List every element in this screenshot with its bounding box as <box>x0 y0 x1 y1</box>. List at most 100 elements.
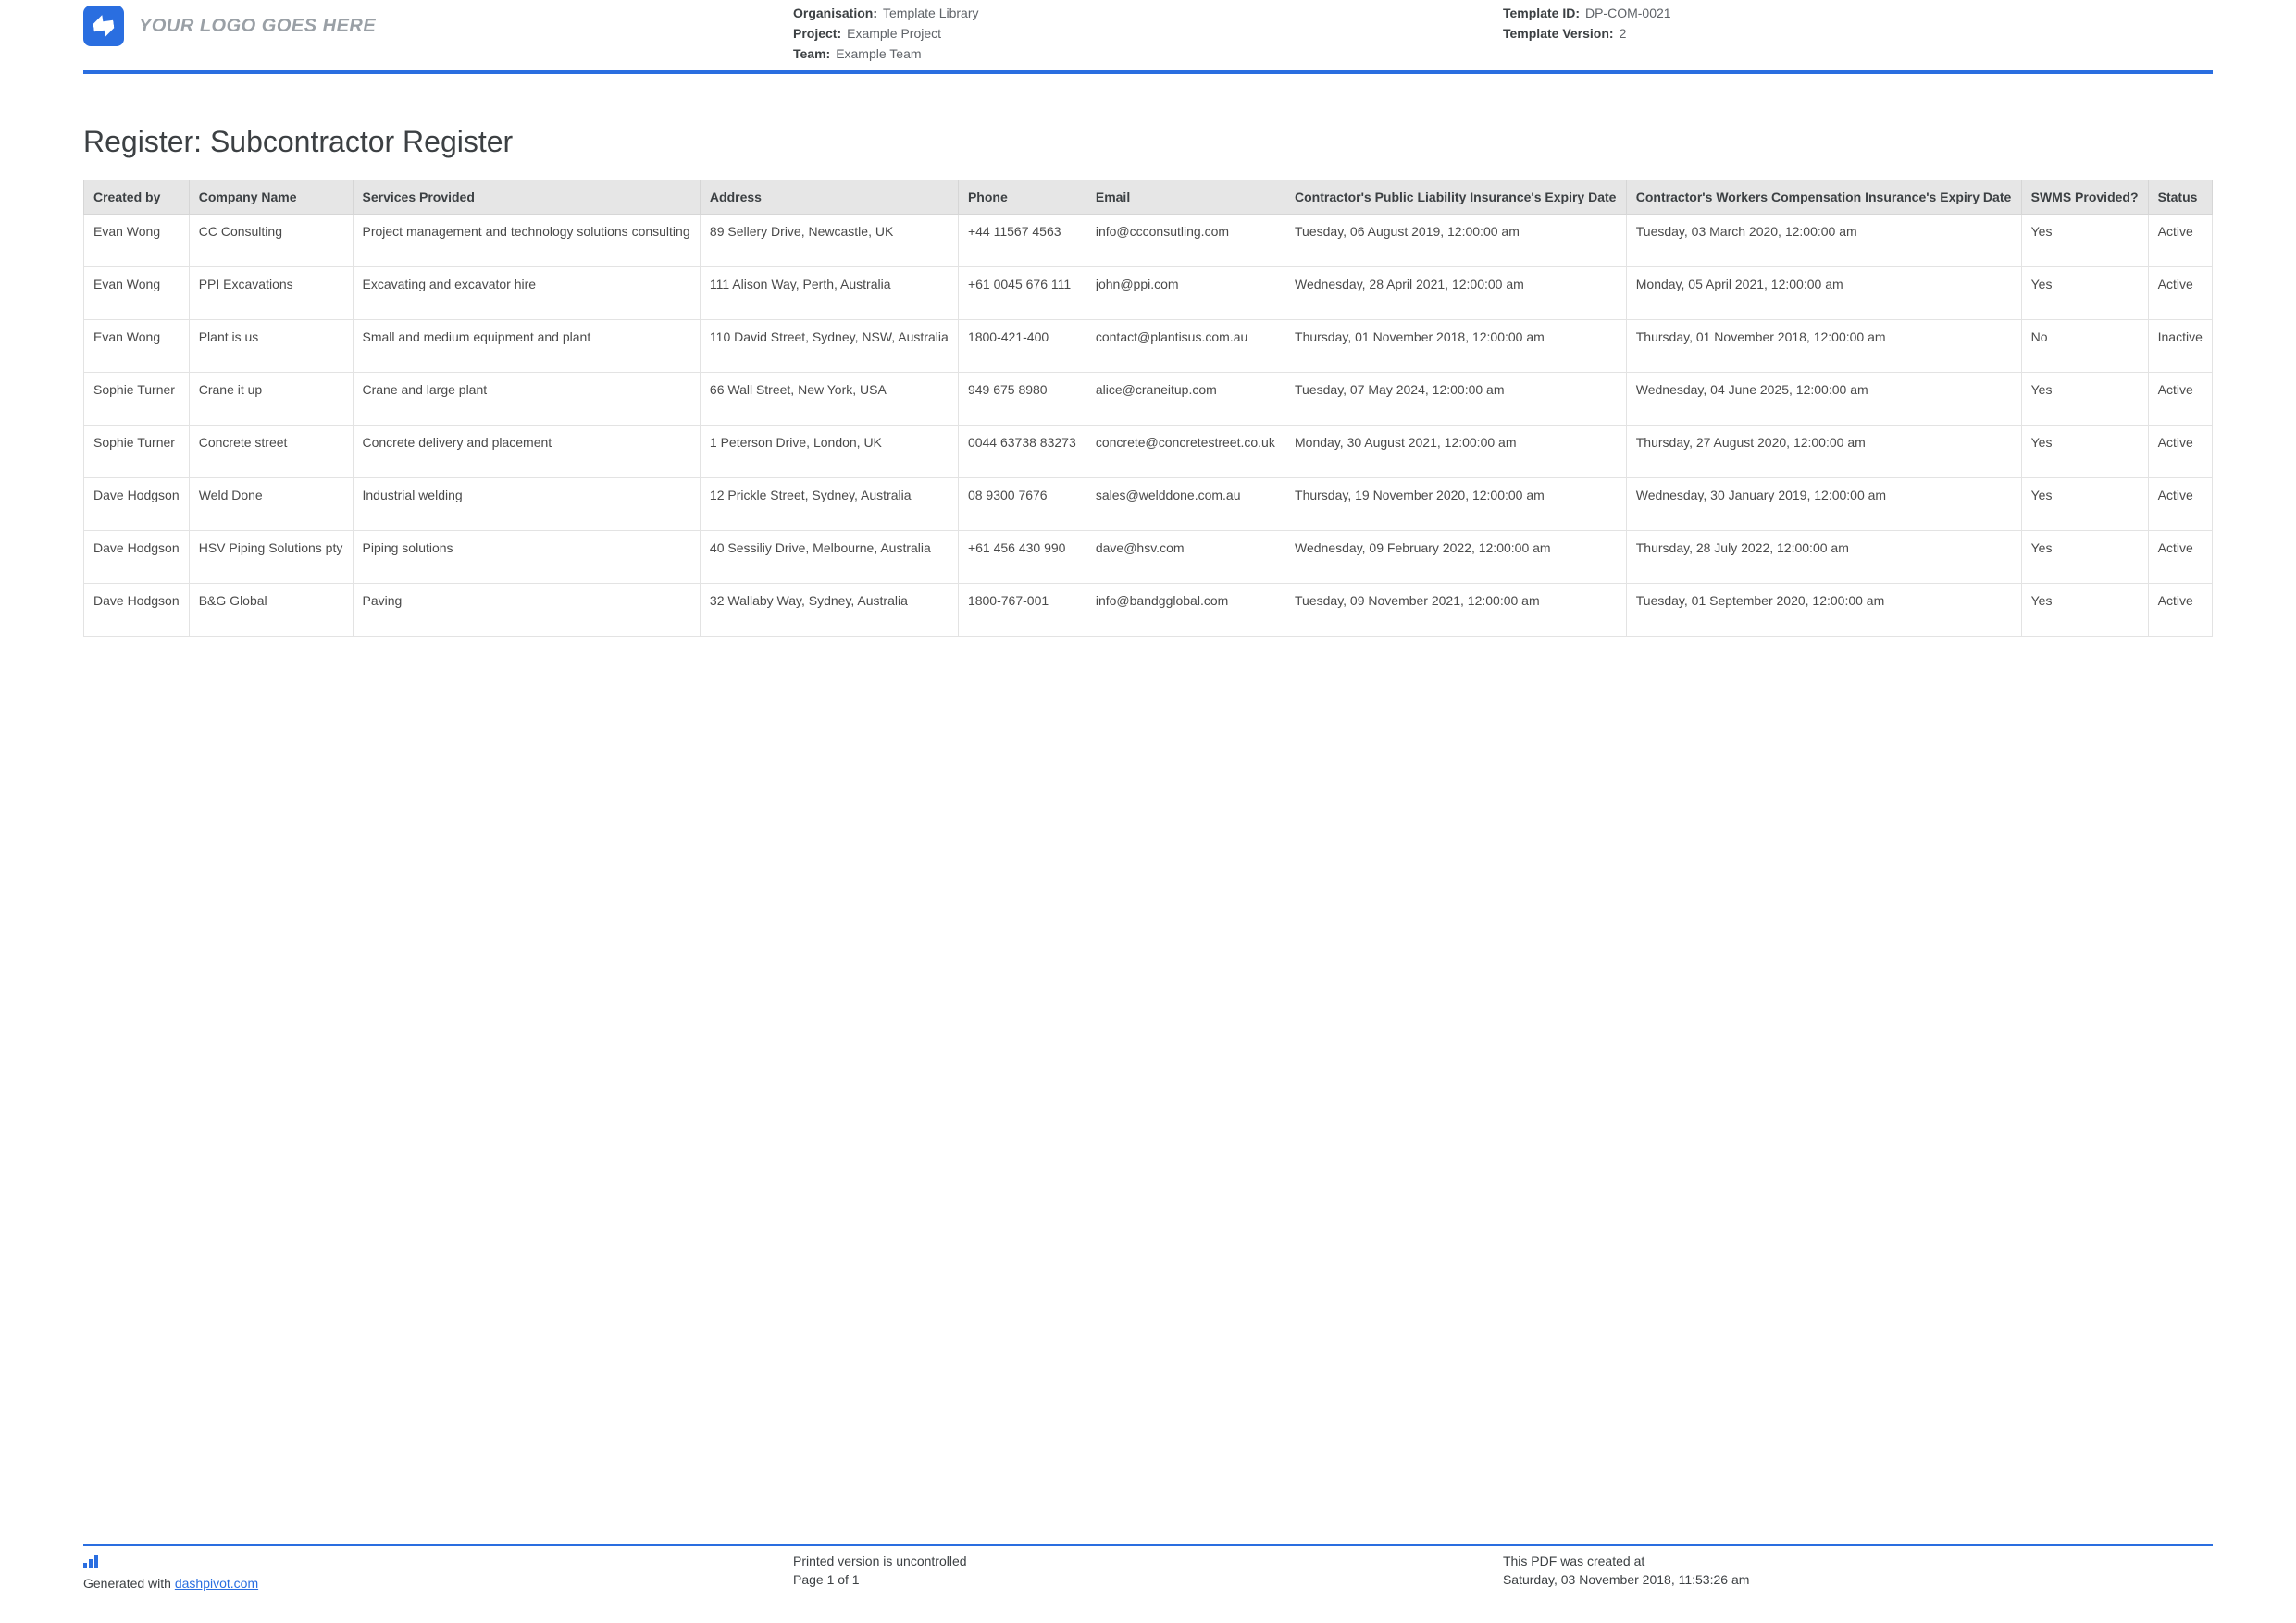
table-header-row: Created byCompany NameServices ProvidedA… <box>84 180 2213 215</box>
table-col-header: Email <box>1086 180 1285 215</box>
project-value: Example Project <box>847 26 941 41</box>
table-row: Evan WongCC ConsultingProject management… <box>84 215 2213 267</box>
logo-area: YOUR LOGO GOES HERE <box>83 6 793 46</box>
table-cell-email: info@ccconsutling.com <box>1086 215 1285 267</box>
table-cell-swms: Yes <box>2021 267 2148 320</box>
table-cell-liability: Thursday, 19 November 2020, 12:00:00 am <box>1285 478 1627 531</box>
table-cell-liability: Thursday, 01 November 2018, 12:00:00 am <box>1285 320 1627 373</box>
table-cell-phone: 0044 63738 83273 <box>958 426 1086 478</box>
table-cell-created_by: Sophie Turner <box>84 426 190 478</box>
header-meta-col-1: Organisation: Template Library Project: … <box>793 6 1503 61</box>
table-cell-workers: Thursday, 01 November 2018, 12:00:00 am <box>1626 320 2021 373</box>
table-cell-created_by: Dave Hodgson <box>84 584 190 637</box>
table-col-header: Contractor's Public Liability Insurance'… <box>1285 180 1627 215</box>
dashpivot-link[interactable]: dashpivot.com <box>175 1576 258 1591</box>
table-cell-created_by: Dave Hodgson <box>84 531 190 584</box>
table-cell-services: Industrial welding <box>353 478 700 531</box>
table-cell-workers: Tuesday, 01 September 2020, 12:00:00 am <box>1626 584 2021 637</box>
table-cell-workers: Wednesday, 04 June 2025, 12:00:00 am <box>1626 373 2021 426</box>
table-cell-workers: Wednesday, 30 January 2019, 12:00:00 am <box>1626 478 2021 531</box>
table-cell-phone: 949 675 8980 <box>958 373 1086 426</box>
table-cell-liability: Tuesday, 09 November 2021, 12:00:00 am <box>1285 584 1627 637</box>
footer-right: This PDF was created at Saturday, 03 Nov… <box>1503 1554 2213 1591</box>
table-cell-swms: No <box>2021 320 2148 373</box>
table-cell-phone: 08 9300 7676 <box>958 478 1086 531</box>
table-row: Dave HodgsonHSV Piping Solutions ptyPipi… <box>84 531 2213 584</box>
table-cell-address: 40 Sessiliy Drive, Melbourne, Australia <box>700 531 958 584</box>
table-col-header: Phone <box>958 180 1086 215</box>
table-cell-status: Active <box>2148 531 2212 584</box>
table-cell-swms: Yes <box>2021 215 2148 267</box>
table-cell-workers: Thursday, 27 August 2020, 12:00:00 am <box>1626 426 2021 478</box>
table-cell-email: dave@hsv.com <box>1086 531 1285 584</box>
table-col-header: Status <box>2148 180 2212 215</box>
table-cell-status: Inactive <box>2148 320 2212 373</box>
table-cell-services: Crane and large plant <box>353 373 700 426</box>
table-col-header: Services Provided <box>353 180 700 215</box>
table-row: Dave HodgsonB&G GlobalPaving32 Wallaby W… <box>84 584 2213 637</box>
table-cell-workers: Thursday, 28 July 2022, 12:00:00 am <box>1626 531 2021 584</box>
table-cell-status: Active <box>2148 426 2212 478</box>
table-cell-swms: Yes <box>2021 373 2148 426</box>
dashpivot-bars-icon <box>83 1555 98 1568</box>
created-at-label: This PDF was created at <box>1503 1554 2213 1568</box>
table-cell-email: sales@welddone.com.au <box>1086 478 1285 531</box>
template-id-label: Template ID: <box>1503 6 1580 20</box>
table-cell-email: contact@plantisus.com.au <box>1086 320 1285 373</box>
table-cell-liability: Wednesday, 28 April 2021, 12:00:00 am <box>1285 267 1627 320</box>
table-cell-swms: Yes <box>2021 531 2148 584</box>
table-cell-liability: Tuesday, 07 May 2024, 12:00:00 am <box>1285 373 1627 426</box>
table-cell-address: 111 Alison Way, Perth, Australia <box>700 267 958 320</box>
org-value: Template Library <box>883 6 979 20</box>
footer-center: Printed version is uncontrolled Page 1 o… <box>793 1554 1503 1591</box>
table-row: Sophie TurnerCrane it upCrane and large … <box>84 373 2213 426</box>
uncontrolled-text: Printed version is uncontrolled <box>793 1554 1503 1568</box>
template-version-label: Template Version: <box>1503 26 1614 41</box>
document-footer: Generated with dashpivot.com Printed ver… <box>83 1544 2213 1591</box>
table-col-header: Company Name <box>189 180 353 215</box>
table-cell-email: info@bandgglobal.com <box>1086 584 1285 637</box>
table-cell-swms: Yes <box>2021 584 2148 637</box>
table-col-header: Created by <box>84 180 190 215</box>
table-cell-company: Weld Done <box>189 478 353 531</box>
page-title: Register: Subcontractor Register <box>83 125 2213 159</box>
page-number: Page 1 of 1 <box>793 1572 1503 1587</box>
footer-left: Generated with dashpivot.com <box>83 1554 793 1591</box>
template-id-value: DP-COM-0021 <box>1585 6 1671 20</box>
table-cell-company: PPI Excavations <box>189 267 353 320</box>
table-col-header: SWMS Provided? <box>2021 180 2148 215</box>
table-cell-created_by: Evan Wong <box>84 215 190 267</box>
table-cell-status: Active <box>2148 267 2212 320</box>
header-meta-col-2: Template ID: DP-COM-0021 Template Versio… <box>1503 6 2213 61</box>
table-row: Evan WongPPI ExcavationsExcavating and e… <box>84 267 2213 320</box>
table-cell-created_by: Sophie Turner <box>84 373 190 426</box>
table-row: Dave HodgsonWeld DoneIndustrial welding1… <box>84 478 2213 531</box>
table-row: Evan WongPlant is usSmall and medium equ… <box>84 320 2213 373</box>
table-cell-swms: Yes <box>2021 426 2148 478</box>
team-value: Example Team <box>836 46 921 61</box>
table-cell-phone: 1800-421-400 <box>958 320 1086 373</box>
table-cell-status: Active <box>2148 373 2212 426</box>
table-cell-status: Active <box>2148 215 2212 267</box>
table-row: Sophie TurnerConcrete streetConcrete del… <box>84 426 2213 478</box>
table-col-header: Address <box>700 180 958 215</box>
table-cell-status: Active <box>2148 478 2212 531</box>
table-cell-company: B&G Global <box>189 584 353 637</box>
table-cell-company: Plant is us <box>189 320 353 373</box>
table-cell-company: CC Consulting <box>189 215 353 267</box>
project-label: Project: <box>793 26 841 41</box>
table-cell-company: Concrete street <box>189 426 353 478</box>
document-header: YOUR LOGO GOES HERE Organisation: Templa… <box>83 6 2213 74</box>
table-cell-services: Concrete delivery and placement <box>353 426 700 478</box>
table-cell-status: Active <box>2148 584 2212 637</box>
logo-icon <box>83 6 124 46</box>
table-cell-email: john@ppi.com <box>1086 267 1285 320</box>
table-cell-email: alice@craneitup.com <box>1086 373 1285 426</box>
table-cell-services: Small and medium equipment and plant <box>353 320 700 373</box>
table-cell-services: Project management and technology soluti… <box>353 215 700 267</box>
table-cell-created_by: Evan Wong <box>84 320 190 373</box>
table-cell-address: 110 David Street, Sydney, NSW, Australia <box>700 320 958 373</box>
table-cell-liability: Monday, 30 August 2021, 12:00:00 am <box>1285 426 1627 478</box>
table-cell-liability: Tuesday, 06 August 2019, 12:00:00 am <box>1285 215 1627 267</box>
table-col-header: Contractor's Workers Compensation Insura… <box>1626 180 2021 215</box>
